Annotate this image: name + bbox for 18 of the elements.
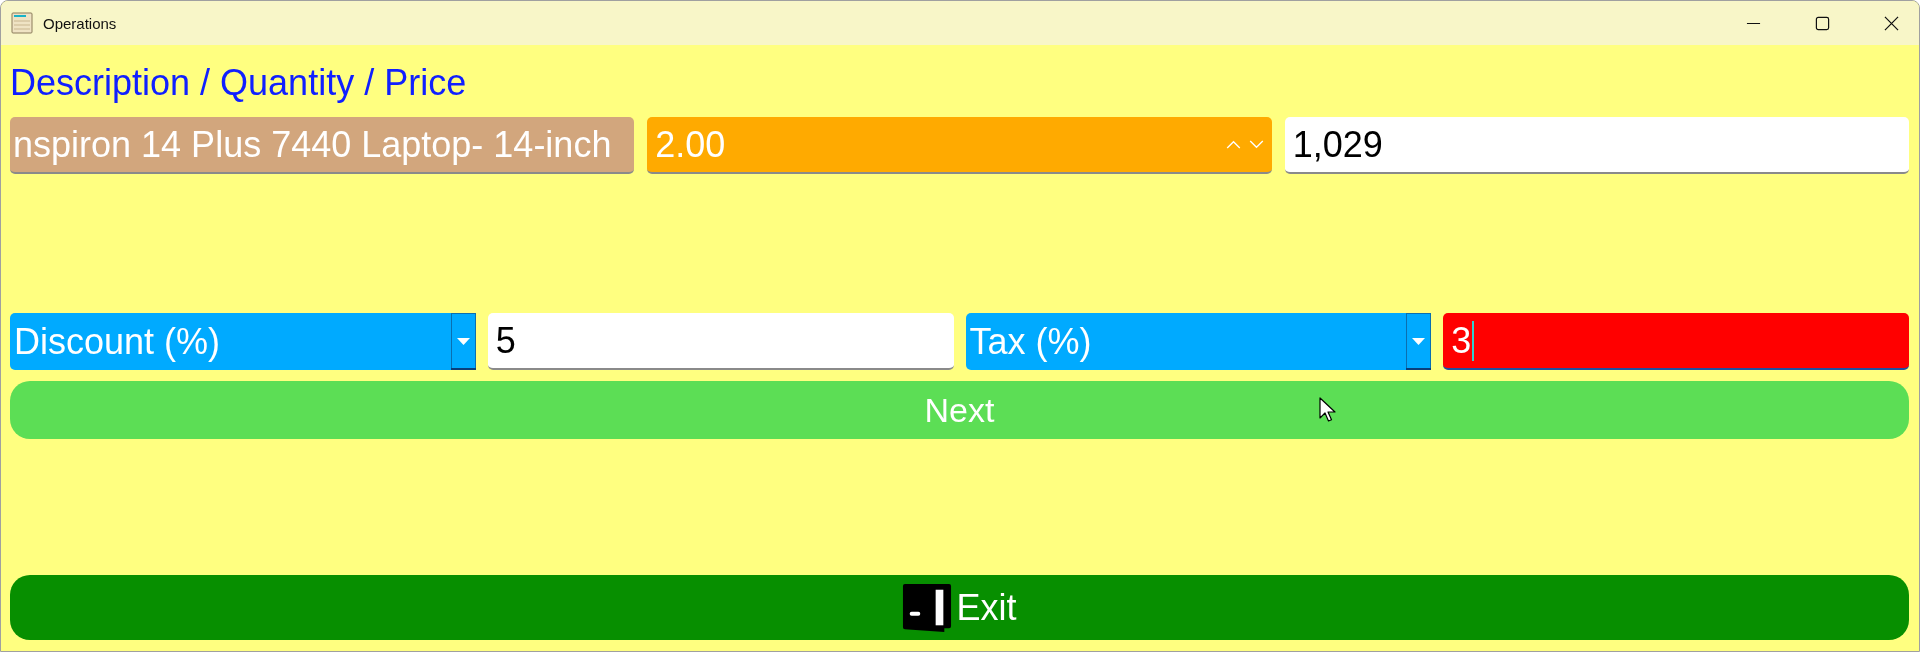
description-field[interactable]: nspiron 14 Plus 7440 Laptop- 14-inch — [10, 117, 635, 174]
door-icon — [902, 582, 953, 633]
caret-icon[interactable] — [1406, 313, 1432, 370]
close-icon[interactable] — [1884, 15, 1899, 31]
tax-dropdown[interactable]: Tax (%) — [965, 313, 1432, 370]
next-button[interactable]: Next — [10, 381, 1909, 439]
caret-icon[interactable] — [450, 313, 476, 370]
text-caret — [1472, 320, 1475, 361]
price-field[interactable]: 1,029 — [1284, 117, 1909, 174]
exit-button[interactable]: Exit — [10, 575, 1909, 640]
discount-dropdown[interactable]: Discount (%) — [10, 313, 476, 370]
window-title: Operations — [43, 14, 117, 32]
maximize-icon[interactable] — [1815, 15, 1830, 31]
mouse-pointer-icon — [1319, 397, 1337, 423]
notepad-icon — [11, 12, 33, 34]
tax-field[interactable]: 3 — [1443, 313, 1909, 370]
section-heading: Description / Quantity / Price — [10, 61, 467, 105]
discount-field[interactable]: 5 — [487, 313, 954, 370]
